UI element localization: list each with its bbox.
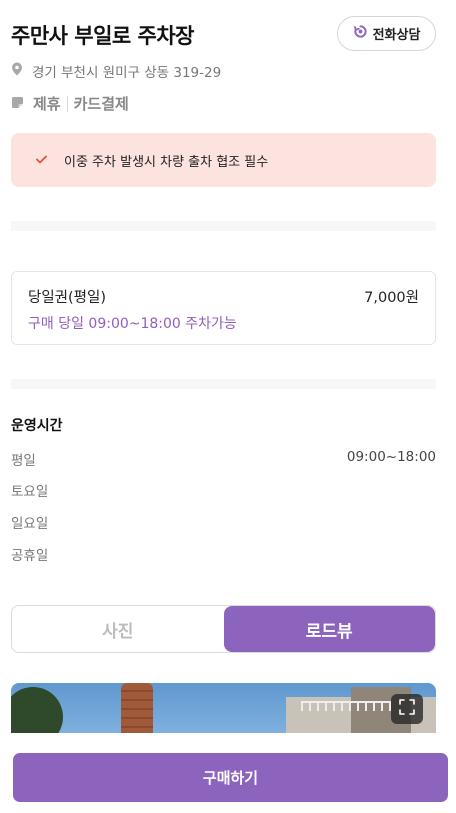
hours-day: 평일	[11, 453, 36, 469]
phone-consult-label: 전화상담	[372, 28, 421, 43]
address-row: 경기 부천시 원미구 상동 319-29	[11, 61, 221, 81]
hours-time: 09:00~18:00	[346, 449, 436, 465]
ticket-price: 7,000원	[364, 290, 419, 306]
hours-row-weekday: 평일 09:00~18:00	[11, 449, 436, 469]
feature-tags: 제휴 카드결제	[11, 93, 129, 114]
tab-roadview[interactable]: 로드뷰	[223, 606, 435, 652]
hours-day: 공휴일	[11, 548, 49, 564]
ticket-description: 구매 당일 09:00~18:00 주차가능	[28, 316, 237, 332]
refresh-phone-icon	[353, 24, 368, 43]
roadview-image[interactable]	[11, 683, 436, 733]
check-icon	[36, 153, 47, 168]
address-text: 경기 부천시 원미구 상동 319-29	[32, 65, 222, 81]
notice-banner: 이중 주차 발생시 차량 출차 협조 필수	[11, 133, 436, 187]
phone-consult-button[interactable]: 전화상담	[337, 16, 436, 51]
section-divider	[11, 221, 436, 231]
section-divider	[11, 379, 436, 389]
expand-button[interactable]	[391, 694, 423, 724]
hours-day: 토요일	[11, 484, 49, 500]
media-tab-switcher: 사진 로드뷰	[11, 605, 436, 653]
hours-row-holiday: 공휴일	[11, 544, 436, 564]
buy-button[interactable]: 구매하기	[13, 753, 448, 802]
map-pin-icon	[11, 62, 23, 80]
roadview-railing	[301, 701, 391, 711]
roadview-tree	[11, 687, 63, 733]
hours-row-saturday: 토요일	[11, 480, 436, 500]
tag-divider	[66, 95, 68, 112]
hours-row-sunday: 일요일	[11, 512, 436, 532]
tab-photo[interactable]: 사진	[12, 606, 224, 652]
roadview-chimney	[121, 683, 153, 733]
ticket-name: 당일권(평일)	[28, 290, 107, 306]
expand-icon	[398, 698, 416, 720]
tag-partner: 제휴	[33, 95, 61, 113]
page-title: 주만사 부일로 주차장	[11, 24, 195, 48]
ticket-card[interactable]: 당일권(평일) 7,000원 구매 당일 09:00~18:00 주차가능	[11, 271, 436, 345]
hours-day: 일요일	[11, 516, 49, 532]
tag-card-payment: 카드결제	[73, 95, 129, 113]
tag-icon	[11, 95, 33, 113]
hours-title: 운영시간	[11, 418, 63, 434]
notice-text: 이중 주차 발생시 차량 출차 협조 필수	[64, 154, 269, 170]
